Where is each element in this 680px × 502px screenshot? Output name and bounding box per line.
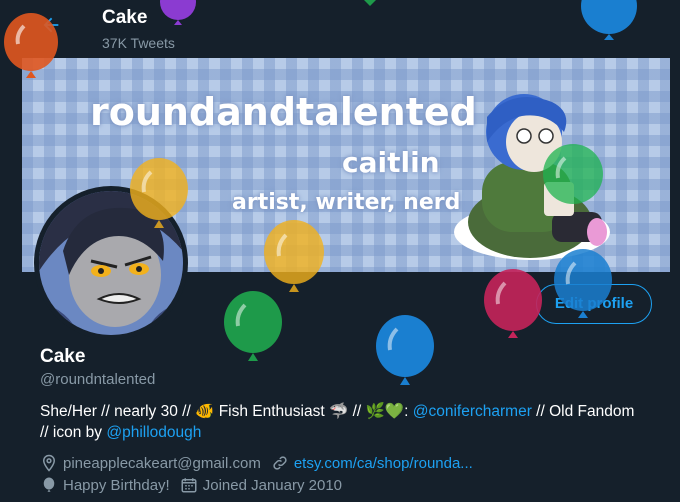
mention-link[interactable]: @conifercharmer xyxy=(413,403,532,420)
balloon-icon xyxy=(43,477,55,492)
location-text: pineapplecakeart@gmail.com xyxy=(63,454,261,472)
balloon-decoration xyxy=(4,13,58,78)
profile-meta-row: pineapplecakeart@gmail.com etsy.com/ca/s… xyxy=(40,454,483,472)
tweet-count: 37K Tweets xyxy=(102,35,175,51)
balloon-decoration xyxy=(160,0,196,25)
birthday-item: Happy Birthday! xyxy=(40,476,170,494)
bio-text: // xyxy=(348,403,366,420)
balloon-decoration xyxy=(364,0,376,6)
bio-text: She/Her // nearly 30 // xyxy=(40,403,196,420)
mention-link[interactable]: @phillodough xyxy=(106,424,201,441)
balloon-decoration xyxy=(224,291,282,361)
banner-tagline: artist, writer, nerd xyxy=(232,190,461,215)
banner-title: roundandtalented xyxy=(90,90,477,134)
bio-text: Fish Enthusiast xyxy=(214,403,329,420)
joined-text: Joined January 2010 xyxy=(202,476,343,494)
balloon-decoration xyxy=(376,315,434,385)
herb-emoji-icon: 🌿 xyxy=(365,403,385,420)
profile-bio: She/Her // nearly 30 // 🐠 Fish Enthusias… xyxy=(40,401,640,443)
balloon-decoration xyxy=(581,0,637,40)
balloon-decoration xyxy=(130,158,188,228)
bio-text: : xyxy=(404,403,413,420)
banner-subtitle: caitlin xyxy=(342,146,440,179)
location-pin-icon xyxy=(42,454,56,472)
location-item: pineapplecakeart@gmail.com xyxy=(40,454,261,472)
user-handle: @roundntalented xyxy=(40,371,156,388)
balloon-decoration xyxy=(484,269,542,338)
balloon-decoration xyxy=(554,249,612,318)
header-name: Cake xyxy=(102,7,148,28)
website-link[interactable]: etsy.com/ca/shop/rounda... xyxy=(294,455,473,472)
green-heart-emoji-icon: 💚 xyxy=(384,403,405,420)
profile-meta-row: Happy Birthday! Joined January 2010 xyxy=(40,476,352,494)
website-item[interactable]: etsy.com/ca/shop/rounda... xyxy=(271,454,473,472)
calendar-icon xyxy=(181,478,197,493)
display-name: Cake xyxy=(40,346,86,367)
shark-emoji-icon: 🦈 xyxy=(328,403,349,420)
balloon-decoration xyxy=(543,144,603,204)
fish-emoji-icon: 🐠 xyxy=(195,403,215,420)
link-icon xyxy=(273,456,287,470)
joined-item: Joined January 2010 xyxy=(180,476,342,494)
birthday-text: Happy Birthday! xyxy=(63,476,170,494)
